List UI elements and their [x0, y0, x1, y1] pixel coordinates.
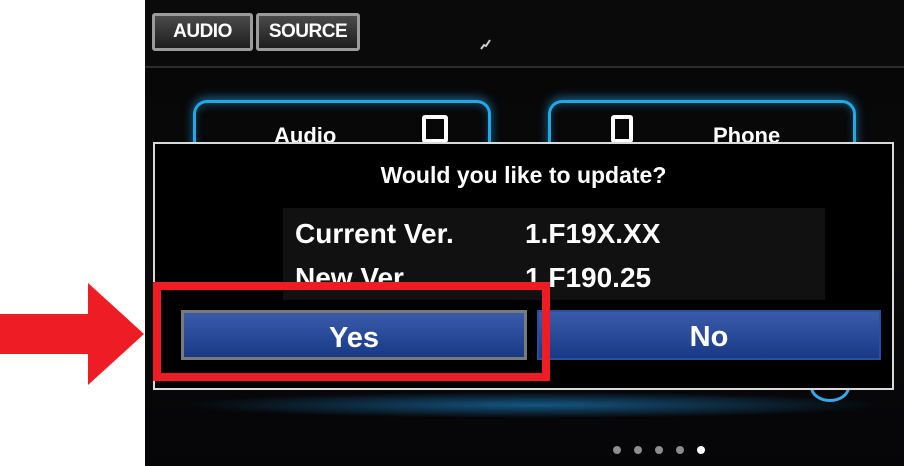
page-dot [634, 446, 642, 454]
current-version-label: Current Ver. [295, 218, 454, 249]
current-version-row: Current Ver. 1.F19X.XX [295, 218, 660, 250]
phone-icon [611, 115, 633, 143]
yes-highlight-box [153, 282, 550, 381]
infotainment-screen: AUDIO SOURCE Audio Phone Would you like … [145, 0, 904, 466]
current-version-value: 1.F19X.XX [525, 218, 661, 249]
tab-audio[interactable]: AUDIO [152, 13, 253, 51]
page-dot [655, 446, 663, 454]
arrow-right-icon [0, 283, 144, 385]
tab-source[interactable]: SOURCE [256, 13, 360, 51]
dialog-title: Would you like to update? [380, 162, 667, 188]
page-dot [676, 446, 684, 454]
page-indicator [613, 446, 705, 454]
audio-device-icon [422, 115, 448, 143]
no-button[interactable]: No [537, 310, 881, 360]
page-dot-active [697, 446, 705, 454]
top-bar: AUDIO SOURCE [145, 0, 904, 68]
page-dot [613, 446, 621, 454]
menu-glow [185, 392, 885, 418]
signal-icon [480, 39, 491, 50]
